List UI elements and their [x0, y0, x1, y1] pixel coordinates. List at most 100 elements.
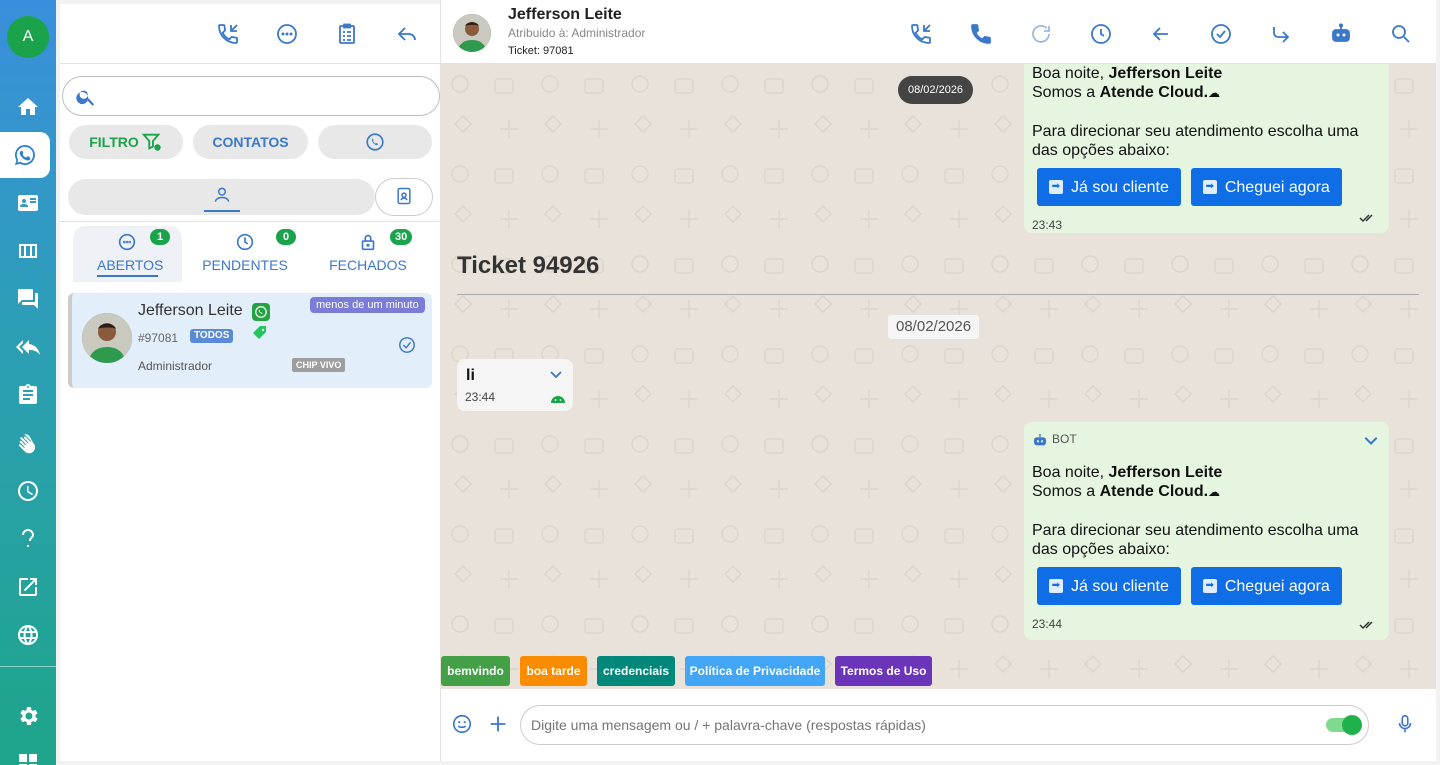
double-check-icon — [1359, 621, 1373, 630]
reply-icon[interactable] — [395, 22, 419, 46]
globe-icon[interactable] — [0, 612, 56, 658]
plus-icon[interactable] — [487, 713, 509, 735]
sender-label: BOT — [1052, 432, 1077, 446]
settings-icon[interactable] — [0, 693, 56, 739]
ticket-card[interactable]: Jefferson Leite #97081 TODOS Administrad… — [68, 293, 432, 388]
clipboard-list-icon[interactable] — [335, 22, 359, 46]
search-icon[interactable] — [1389, 22, 1413, 46]
grid-icon[interactable] — [0, 741, 56, 765]
contact-name: Jefferson Leite — [508, 6, 622, 23]
tab-pendentes[interactable]: 0 PENDENTES — [194, 226, 296, 282]
reply-all-icon[interactable] — [0, 324, 56, 370]
search-box — [62, 76, 440, 116]
quick-reply-tag[interactable]: boa tarde — [520, 656, 587, 686]
signature-toggle[interactable] — [1326, 715, 1362, 735]
search-input[interactable] — [105, 85, 425, 109]
tab-label: ABERTOS — [97, 257, 163, 277]
tab-indicator — [204, 210, 240, 212]
external-link-icon[interactable] — [0, 564, 56, 610]
count-badge: 30 — [390, 229, 413, 245]
filter-button[interactable]: FILTRO — [69, 125, 183, 159]
chat-bubble-icon[interactable] — [275, 22, 299, 46]
tab-abertos[interactable]: 1 ABERTOS — [73, 226, 182, 282]
search-icon — [76, 90, 95, 106]
wave-hand-icon[interactable] — [0, 420, 56, 466]
phone-callback-icon[interactable] — [216, 22, 240, 46]
date-divider: 08/02/2026 — [888, 315, 980, 339]
message-text: Somos a — [1032, 84, 1100, 101]
cheguei-agora-button[interactable]: ➡ Cheguei agora — [1190, 168, 1342, 206]
count-badge: 1 — [150, 229, 170, 245]
quick-reply-tag[interactable]: Política de Privacidade — [685, 656, 825, 686]
message-input-wrapper — [520, 705, 1369, 745]
cheguei-agora-button[interactable]: ➡ Cheguei agora — [1190, 567, 1342, 605]
clock-icon[interactable] — [1089, 22, 1113, 46]
clock-icon[interactable] — [0, 468, 56, 514]
robot-icon[interactable] — [1329, 22, 1353, 46]
tag-icon — [252, 325, 268, 341]
tickets-panel: FILTRO CONTATOS 1 ABERTOS 0 PENDENTES 30… — [60, 4, 440, 761]
ticket-number: #97081 — [138, 331, 179, 345]
tab-label: FECHADOS — [329, 257, 407, 273]
assigned-to: Atribuido à: Administrador — [508, 26, 646, 40]
quick-reply-tag[interactable]: bemvindo — [441, 656, 510, 686]
message-text-bold: Jefferson Leite — [1108, 464, 1223, 481]
message-time: 23:44 — [465, 390, 496, 404]
refresh-icon[interactable] — [1029, 22, 1053, 46]
kanban-icon[interactable] — [0, 228, 56, 274]
assigned-user: Administrador — [138, 359, 213, 373]
id-badge-icon — [397, 187, 411, 205]
quick-reply-tag[interactable]: Termos de Uso — [835, 656, 932, 686]
tab-fechados[interactable]: 30 FECHADOS — [322, 226, 414, 282]
view-tabs — [68, 179, 432, 215]
contact-avatar[interactable] — [453, 14, 491, 52]
last-activity-badge: menos de um minuto — [310, 297, 425, 313]
microphone-icon[interactable] — [1394, 713, 1416, 735]
chevron-down-icon[interactable] — [549, 367, 563, 381]
button-label: Já sou cliente — [1071, 577, 1169, 595]
quick-reply-tag[interactable]: credenciais — [597, 656, 675, 686]
robot-icon — [1034, 433, 1046, 445]
message-text: Para direcionar seu atendimento escolha … — [1032, 123, 1359, 159]
divider — [60, 221, 440, 222]
clipboard-icon[interactable] — [0, 372, 56, 418]
user-avatar[interactable]: A — [7, 16, 49, 58]
whatsapp-icon — [366, 133, 384, 151]
tab-contact-card[interactable] — [376, 179, 432, 215]
contacts-icon[interactable] — [0, 180, 56, 226]
filter-label: FILTRO — [89, 134, 139, 150]
tab-my-tickets[interactable] — [68, 179, 375, 215]
message-incoming[interactable]: li 23:44 — [457, 359, 573, 411]
ja-sou-cliente-button[interactable]: ➡ Já sou cliente — [1037, 567, 1181, 605]
arrow-left-icon[interactable] — [1149, 22, 1173, 46]
quick-reply-buttons: ➡ Já sou cliente ➡ Cheguei agora — [1037, 567, 1381, 605]
chats-icon[interactable] — [0, 276, 56, 322]
ja-sou-cliente-button[interactable]: ➡ Já sou cliente — [1037, 168, 1181, 206]
resolve-check-icon[interactable] — [398, 336, 416, 354]
whatsapp-icon — [252, 303, 270, 321]
double-check-icon — [1359, 214, 1373, 223]
phone-icon[interactable] — [969, 22, 993, 46]
emoji-icon[interactable] — [451, 713, 473, 735]
phone-callback-icon[interactable] — [909, 22, 933, 46]
android-icon — [551, 396, 565, 403]
message-outgoing: Boa noite, Jefferson Leite Somos a Atend… — [1024, 64, 1389, 233]
cloud-icon: ☁ — [1208, 86, 1221, 100]
avatar — [82, 313, 132, 363]
contacts-button[interactable]: CONTATOS — [193, 125, 308, 159]
toggle-knob — [1342, 715, 1362, 735]
chat-bubble-icon — [118, 233, 136, 251]
message-outgoing-bot: BOT Boa noite, Jefferson Leite Somos a A… — [1024, 422, 1389, 640]
help-icon[interactable] — [0, 516, 56, 562]
chevron-down-icon[interactable] — [1363, 432, 1379, 448]
whatsapp-filter-button[interactable] — [318, 125, 432, 159]
message-input[interactable] — [531, 714, 1291, 736]
check-circle-icon[interactable] — [1209, 22, 1233, 46]
rail-divider — [0, 666, 56, 667]
floating-date-badge: 08/02/2026 — [898, 76, 974, 104]
left-rail: A — [0, 0, 56, 765]
arrow-right-icon: ➡ — [1049, 579, 1063, 593]
forward-icon[interactable] — [1269, 22, 1293, 46]
home-icon[interactable] — [0, 84, 56, 130]
whatsapp-icon[interactable] — [0, 132, 50, 178]
